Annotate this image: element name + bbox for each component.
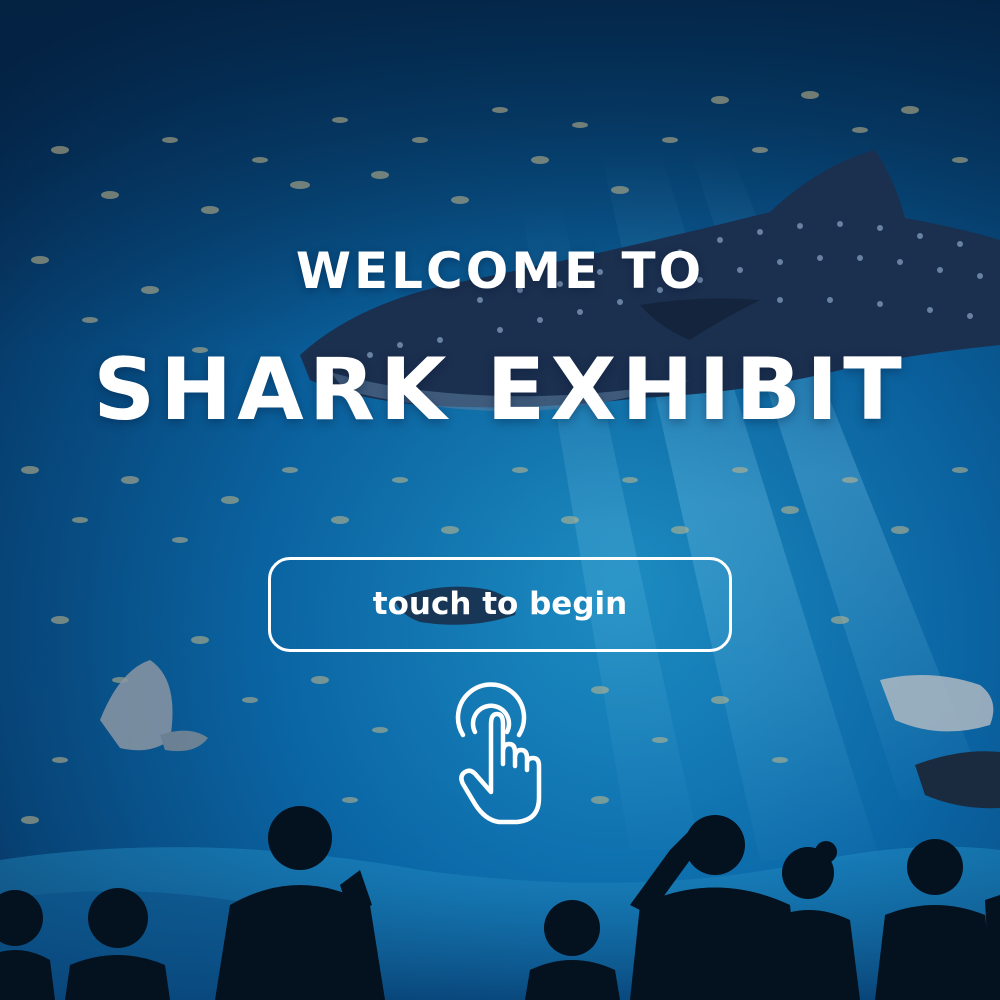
tap-hand-icon[interactable] (441, 680, 566, 830)
aquarium-background-image (0, 0, 1000, 1000)
welcome-heading: WELCOME TO (295, 242, 705, 300)
touch-to-begin-button[interactable]: touch to begin (268, 557, 732, 652)
kiosk-welcome-screen[interactable]: WELCOME TO SHARK EXHIBIT touch to begin (0, 0, 1000, 1000)
exhibit-title: SHARK EXHIBIT (93, 340, 907, 440)
